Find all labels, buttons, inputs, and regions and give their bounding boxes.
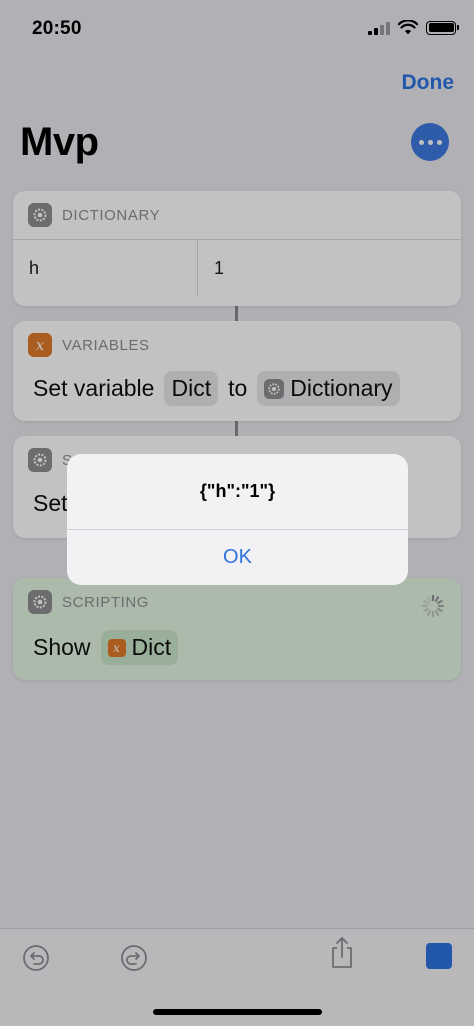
result-alert: {"h":"1"} OK	[67, 454, 408, 585]
alert-message: {"h":"1"}	[199, 481, 276, 501]
home-indicator[interactable]	[153, 1009, 322, 1015]
ok-button[interactable]: OK	[67, 530, 408, 585]
